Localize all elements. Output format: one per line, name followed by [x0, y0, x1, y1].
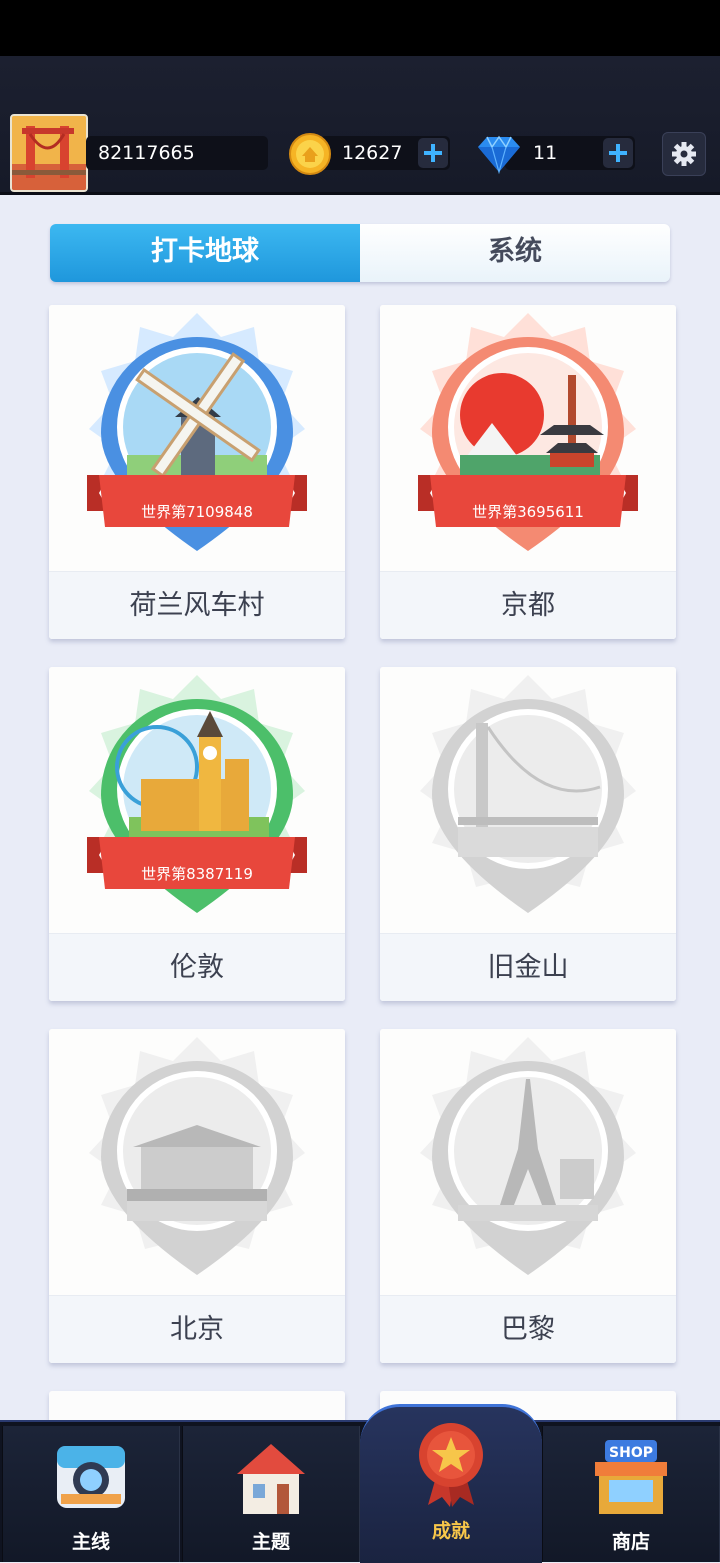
- camera-icon: [57, 1446, 125, 1508]
- nav-main-line[interactable]: 主线: [2, 1426, 180, 1562]
- achievement-card-london[interactable]: 世界第8387119 伦敦: [49, 667, 345, 1001]
- achievement-card-beijing[interactable]: 北京: [49, 1029, 345, 1363]
- tab-check-in-earth[interactable]: 打卡地球: [50, 224, 360, 282]
- svg-text:SHOP: SHOP: [609, 1445, 653, 1461]
- badge-art: 世界第3695611: [380, 305, 676, 571]
- city-name: 伦敦: [49, 933, 345, 1001]
- achievement-card-kyoto[interactable]: 世界第3695611 京都: [380, 305, 676, 639]
- coin-icon: [288, 132, 332, 176]
- nav-theme[interactable]: 主题: [182, 1426, 360, 1562]
- star-medal-icon: [419, 1423, 483, 1507]
- status-bar: [0, 0, 720, 56]
- add-gems-button[interactable]: [603, 138, 633, 168]
- add-coins-button[interactable]: [418, 138, 448, 168]
- nav-label: 商店: [611, 1531, 650, 1553]
- city-name: 巴黎: [380, 1295, 676, 1363]
- bottom-navigation: 主线 主题 成就 SHOP 商店: [0, 1404, 720, 1563]
- category-tabs: 打卡地球 系统: [50, 224, 670, 282]
- avatar[interactable]: [10, 114, 88, 192]
- city-name: 旧金山: [380, 933, 676, 1001]
- badge-art: [380, 1029, 676, 1295]
- shop-icon: SHOP: [595, 1440, 667, 1514]
- top-header: 82117665 12627 11: [0, 56, 720, 195]
- house-icon: [237, 1444, 305, 1514]
- world-rank: 世界第3695611: [472, 503, 584, 521]
- nav-shop[interactable]: SHOP 商店: [542, 1426, 720, 1562]
- city-name: 京都: [380, 571, 676, 639]
- player-id-display: 82117665: [86, 136, 268, 170]
- settings-button[interactable]: [662, 132, 706, 176]
- eiffel-tower-badge-locked-icon: [420, 1037, 636, 1275]
- gem-count: 11: [533, 142, 558, 164]
- kyoto-pagoda-badge-icon: [418, 313, 638, 551]
- nav-achievements[interactable]: 成就: [360, 1404, 542, 1563]
- gear-icon: [672, 142, 696, 166]
- badge-art: 世界第8387119: [49, 667, 345, 933]
- diamond-icon: [474, 134, 524, 175]
- nav-label: 成就: [431, 1520, 470, 1542]
- london-bigben-badge-icon: [87, 675, 307, 913]
- achievement-card-windmill[interactable]: 世界第7109848 荷兰风车村: [49, 305, 345, 639]
- nav-label: 主题: [251, 1531, 290, 1553]
- world-rank: 世界第8387119: [141, 865, 253, 883]
- achievement-card-san-francisco[interactable]: 旧金山: [380, 667, 676, 1001]
- coin-count: 12627: [342, 142, 403, 164]
- tab-system[interactable]: 系统: [360, 224, 670, 282]
- achievement-card-paris[interactable]: 巴黎: [380, 1029, 676, 1363]
- city-name: 北京: [49, 1295, 345, 1363]
- beijing-palace-badge-locked-icon: [89, 1037, 305, 1275]
- city-name: 荷兰风车村: [49, 571, 345, 639]
- badge-art: [49, 1029, 345, 1295]
- badge-art: [380, 667, 676, 933]
- golden-gate-badge-locked-icon: [420, 675, 636, 913]
- windmill-badge-icon: [87, 313, 307, 551]
- nav-label: 主线: [71, 1531, 110, 1553]
- badge-art: 世界第7109848: [49, 305, 345, 571]
- world-rank: 世界第7109848: [141, 503, 253, 521]
